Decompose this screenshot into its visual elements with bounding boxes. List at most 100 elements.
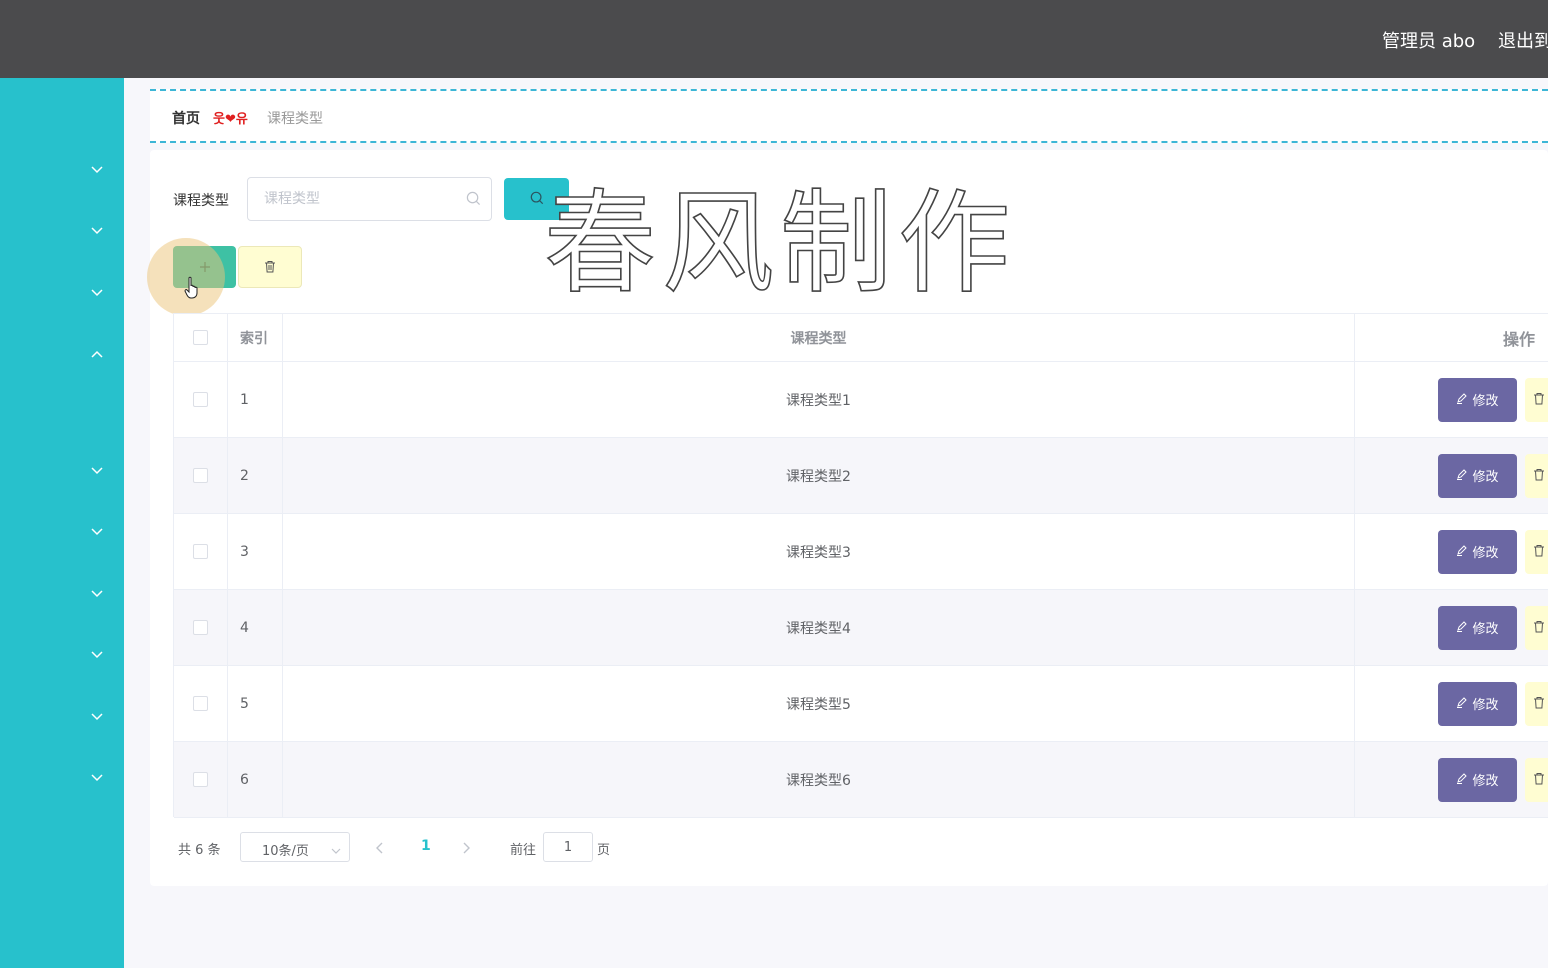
chevron-down-icon[interactable] bbox=[88, 163, 106, 177]
chevron-down-icon[interactable] bbox=[88, 710, 106, 724]
search-icon bbox=[466, 191, 481, 210]
next-page-icon[interactable] bbox=[462, 839, 470, 858]
trash-icon bbox=[1533, 770, 1545, 789]
logout-link[interactable]: 退出到前台 bbox=[1498, 27, 1548, 53]
edit-label: 修改 bbox=[1472, 546, 1499, 561]
table-row: 2 课程类型2 修改 bbox=[174, 438, 1548, 514]
pencil-icon bbox=[1456, 544, 1468, 560]
edit-label: 修改 bbox=[1472, 394, 1499, 409]
row-checkbox[interactable] bbox=[193, 696, 208, 711]
goto-page-input[interactable]: 1 bbox=[543, 832, 593, 862]
edit-label: 修改 bbox=[1472, 774, 1499, 789]
row-checkbox[interactable] bbox=[193, 620, 208, 635]
row-index: 3 bbox=[228, 514, 283, 589]
hand-cursor-icon bbox=[184, 276, 202, 304]
row-name: 课程类型2 bbox=[283, 438, 1355, 513]
edit-label: 修改 bbox=[1472, 622, 1499, 637]
batch-delete-button[interactable] bbox=[238, 246, 302, 288]
row-index: 6 bbox=[228, 742, 283, 817]
row-delete-button[interactable] bbox=[1525, 453, 1548, 498]
header-actions: 操作 bbox=[1502, 329, 1535, 349]
chevron-down-icon[interactable] bbox=[88, 587, 106, 601]
search-field[interactable] bbox=[247, 177, 492, 221]
row-name: 课程类型1 bbox=[283, 362, 1355, 437]
edit-button[interactable]: 修改 bbox=[1438, 681, 1517, 726]
pencil-icon bbox=[1456, 392, 1468, 408]
pagination: 共 6 条 10条/页 1 前往 1 页 bbox=[173, 830, 673, 864]
chevron-down-icon[interactable] bbox=[88, 525, 106, 539]
add-button[interactable] bbox=[173, 246, 236, 288]
search-icon bbox=[530, 190, 544, 209]
row-delete-button[interactable] bbox=[1525, 757, 1548, 802]
header-name: 课程类型 bbox=[283, 314, 1355, 361]
trash-icon bbox=[1533, 618, 1545, 637]
row-name: 课程类型6 bbox=[283, 742, 1355, 817]
goto-label: 前往 bbox=[510, 843, 537, 858]
row-checkbox[interactable] bbox=[193, 392, 208, 407]
row-index: 4 bbox=[228, 590, 283, 665]
table-row: 1 课程类型1 修改 bbox=[174, 362, 1548, 438]
pencil-icon bbox=[1456, 772, 1468, 788]
trash-icon bbox=[1533, 542, 1545, 561]
trash-icon bbox=[1533, 390, 1545, 409]
row-checkbox[interactable] bbox=[193, 544, 208, 559]
chevron-up-icon[interactable] bbox=[88, 347, 106, 361]
page-size-select[interactable]: 10条/页 bbox=[240, 832, 350, 862]
header-index: 索引 bbox=[228, 314, 283, 361]
edit-button[interactable]: 修改 bbox=[1438, 453, 1517, 498]
table-row: 3 课程类型3 修改 bbox=[174, 514, 1548, 590]
pencil-icon bbox=[1456, 620, 1468, 636]
row-checkbox[interactable] bbox=[193, 468, 208, 483]
search-input[interactable] bbox=[264, 188, 454, 210]
current-user: 管理员 abo bbox=[1382, 31, 1476, 52]
row-name: 课程类型5 bbox=[283, 666, 1355, 741]
row-delete-button[interactable] bbox=[1525, 681, 1548, 726]
page-unit-label: 页 bbox=[597, 843, 611, 858]
row-delete-button[interactable] bbox=[1525, 529, 1548, 574]
row-delete-button[interactable] bbox=[1525, 377, 1548, 422]
trash-icon bbox=[1533, 466, 1545, 485]
row-checkbox[interactable] bbox=[193, 772, 208, 787]
trash-icon bbox=[1533, 694, 1545, 713]
table-row: 6 课程类型6 修改 bbox=[174, 742, 1548, 818]
page-number[interactable]: 1 bbox=[421, 838, 431, 854]
sidebar bbox=[0, 78, 124, 968]
breadcrumb-separator: 웃❤유 bbox=[213, 112, 248, 127]
chevron-down-icon[interactable] bbox=[88, 464, 106, 478]
chevron-down-icon[interactable] bbox=[88, 224, 106, 238]
row-index: 1 bbox=[228, 362, 283, 437]
edit-button[interactable]: 修改 bbox=[1438, 605, 1517, 650]
total-count: 共 6 条 bbox=[178, 843, 221, 858]
search-label: 课程类型 bbox=[173, 193, 229, 209]
breadcrumb-current: 课程类型 bbox=[267, 111, 323, 127]
row-index: 5 bbox=[228, 666, 283, 741]
row-name: 课程类型3 bbox=[283, 514, 1355, 589]
chevron-down-icon[interactable] bbox=[88, 648, 106, 662]
edit-label: 修改 bbox=[1472, 698, 1499, 713]
edit-button[interactable]: 修改 bbox=[1438, 377, 1517, 422]
breadcrumb-home[interactable]: 首页 bbox=[172, 108, 200, 128]
edit-button[interactable]: 修改 bbox=[1438, 529, 1517, 574]
chevron-down-icon[interactable] bbox=[88, 771, 106, 785]
pencil-icon bbox=[1456, 468, 1468, 484]
row-index: 2 bbox=[228, 438, 283, 513]
select-all-checkbox[interactable] bbox=[193, 330, 208, 345]
edit-button[interactable]: 修改 bbox=[1438, 757, 1517, 802]
table-header-row: 索引 课程类型 操作 bbox=[174, 314, 1548, 362]
prev-page-icon[interactable] bbox=[376, 839, 384, 858]
row-name: 课程类型4 bbox=[283, 590, 1355, 665]
trash-icon bbox=[264, 258, 276, 277]
watermark-text: 春风制作 bbox=[543, 179, 1016, 309]
row-delete-button[interactable] bbox=[1525, 605, 1548, 650]
table-row: 5 课程类型5 修改 bbox=[174, 666, 1548, 742]
breadcrumb: 首页 웃❤유 课程类型 bbox=[150, 89, 1548, 143]
edit-label: 修改 bbox=[1472, 470, 1499, 485]
pencil-icon bbox=[1456, 696, 1468, 712]
chevron-down-icon[interactable] bbox=[88, 286, 106, 300]
plus-icon bbox=[199, 258, 211, 277]
table-row: 4 课程类型4 修改 bbox=[174, 590, 1548, 666]
page-size-value: 10条/页 bbox=[262, 844, 309, 859]
data-table: 索引 课程类型 操作 1 课程类型1 修改 2 课程类型2 修改 3 课程类型3… bbox=[173, 313, 1548, 818]
top-header: 管理员 abo 退出到前台 bbox=[0, 0, 1548, 78]
chevron-down-icon bbox=[331, 843, 341, 858]
